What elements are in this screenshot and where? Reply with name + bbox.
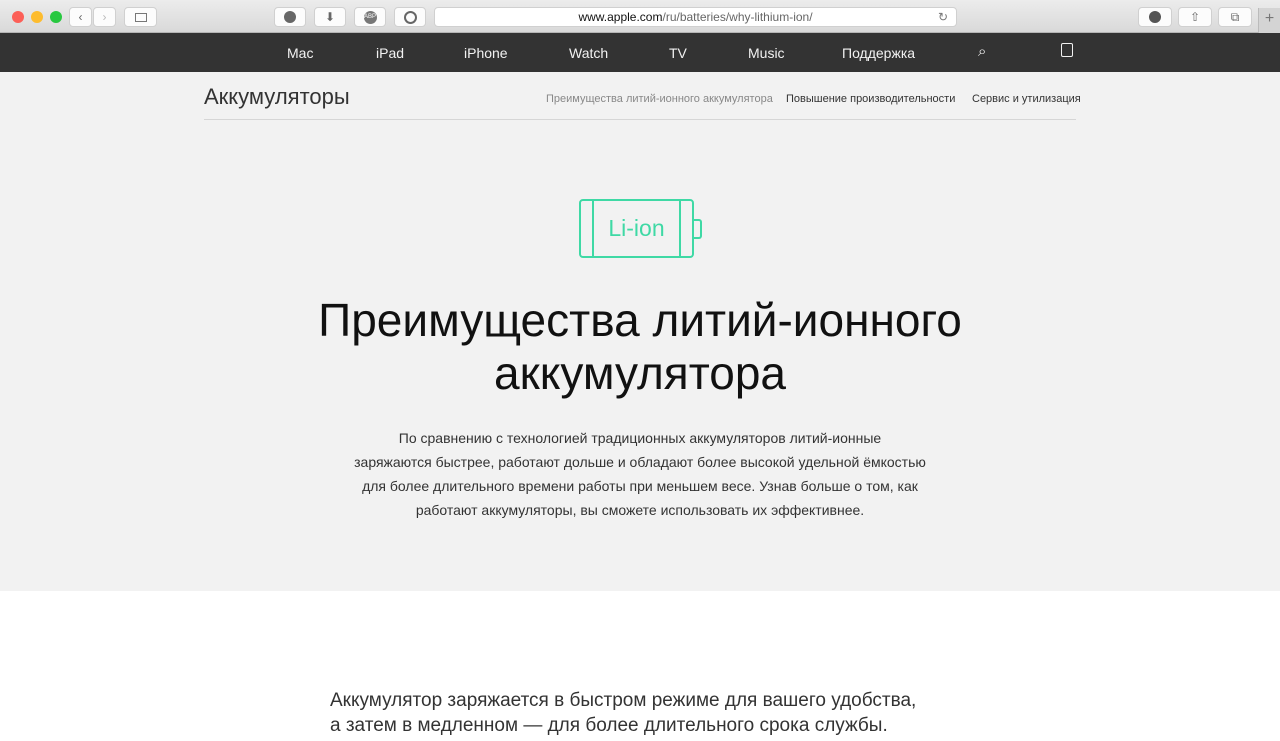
subnav-title[interactable]: Аккумуляторы bbox=[204, 84, 350, 110]
forward-button[interactable]: › bbox=[93, 7, 116, 27]
tabs-overview-button[interactable]: ⧉ bbox=[1218, 7, 1252, 27]
nav-mac[interactable]: Mac bbox=[287, 45, 313, 61]
extension-download-button[interactable]: ⬇ bbox=[314, 7, 346, 27]
tabs-icon: ⧉ bbox=[1230, 9, 1240, 24]
extension-1password-button[interactable] bbox=[394, 7, 426, 27]
subnav-link-performance[interactable]: Повышение производительности bbox=[786, 93, 955, 105]
sidebar-button[interactable] bbox=[124, 7, 157, 27]
nav-support[interactable]: Поддержка bbox=[842, 45, 915, 61]
section-lead: Аккумулятор заряжается в быстром режиме … bbox=[330, 690, 917, 736]
abp-icon: ABP bbox=[363, 10, 377, 24]
li-ion-battery-icon: Li-ion bbox=[579, 199, 702, 258]
sidebar-icon bbox=[134, 12, 147, 22]
chevron-right-icon: › bbox=[102, 10, 107, 24]
download-arrow-icon: ⬇ bbox=[324, 10, 336, 24]
nav-ipad[interactable]: iPad bbox=[376, 45, 404, 61]
chevron-left-icon: ‹ bbox=[78, 10, 83, 24]
nav-tv[interactable]: TV bbox=[669, 45, 687, 61]
address-bar[interactable]: www.apple.com/ru/batteries/why-lithium-i… bbox=[434, 7, 957, 27]
password-icon bbox=[403, 10, 417, 24]
downloads-button[interactable] bbox=[1138, 7, 1172, 27]
close-window-button[interactable] bbox=[12, 11, 24, 23]
extension-adblock-button[interactable]: ABP bbox=[354, 7, 386, 27]
new-tab-button[interactable]: + bbox=[1258, 8, 1280, 33]
share-icon: ⇧ bbox=[1189, 10, 1201, 24]
zoom-window-button[interactable] bbox=[50, 11, 62, 23]
ghost-icon bbox=[284, 11, 296, 23]
search-icon[interactable]: ⌕ bbox=[978, 43, 986, 60]
subnav-link-why-lithium[interactable]: Преимущества литий-ионного аккумулятора bbox=[546, 93, 773, 105]
subnav-divider bbox=[204, 119, 1076, 120]
share-button[interactable]: ⇧ bbox=[1178, 7, 1212, 27]
intro-text: По сравнению с технологией традиционных … bbox=[354, 430, 926, 518]
hero-section: Аккумуляторы Преимущества литий-ионного … bbox=[0, 72, 1280, 591]
back-button[interactable]: ‹ bbox=[69, 7, 92, 27]
minimize-window-button[interactable] bbox=[31, 11, 43, 23]
subnav-link-service[interactable]: Сервис и утилизация bbox=[972, 93, 1081, 105]
browser-toolbar: ‹ › ⬇ ABP www.apple.com/ru/batteries/why… bbox=[0, 0, 1280, 33]
bag-icon[interactable] bbox=[1061, 43, 1073, 57]
nav-music[interactable]: Music bbox=[748, 45, 785, 61]
battery-label: Li-ion bbox=[608, 215, 665, 241]
url-domain: www.apple.com bbox=[578, 10, 663, 24]
reload-icon[interactable]: ↻ bbox=[938, 8, 948, 27]
global-nav: Mac iPad iPhone Watch TV Music Поддержка… bbox=[0, 33, 1280, 72]
nav-iphone[interactable]: iPhone bbox=[464, 45, 508, 61]
download-circle-icon bbox=[1149, 11, 1161, 23]
page-title: Преимущества литий-ионного аккумулятора bbox=[318, 294, 962, 399]
nav-watch[interactable]: Watch bbox=[569, 45, 608, 61]
url-path: /ru/batteries/why-lithium-ion/ bbox=[662, 10, 813, 24]
extension-ghostery-button[interactable] bbox=[274, 7, 306, 27]
